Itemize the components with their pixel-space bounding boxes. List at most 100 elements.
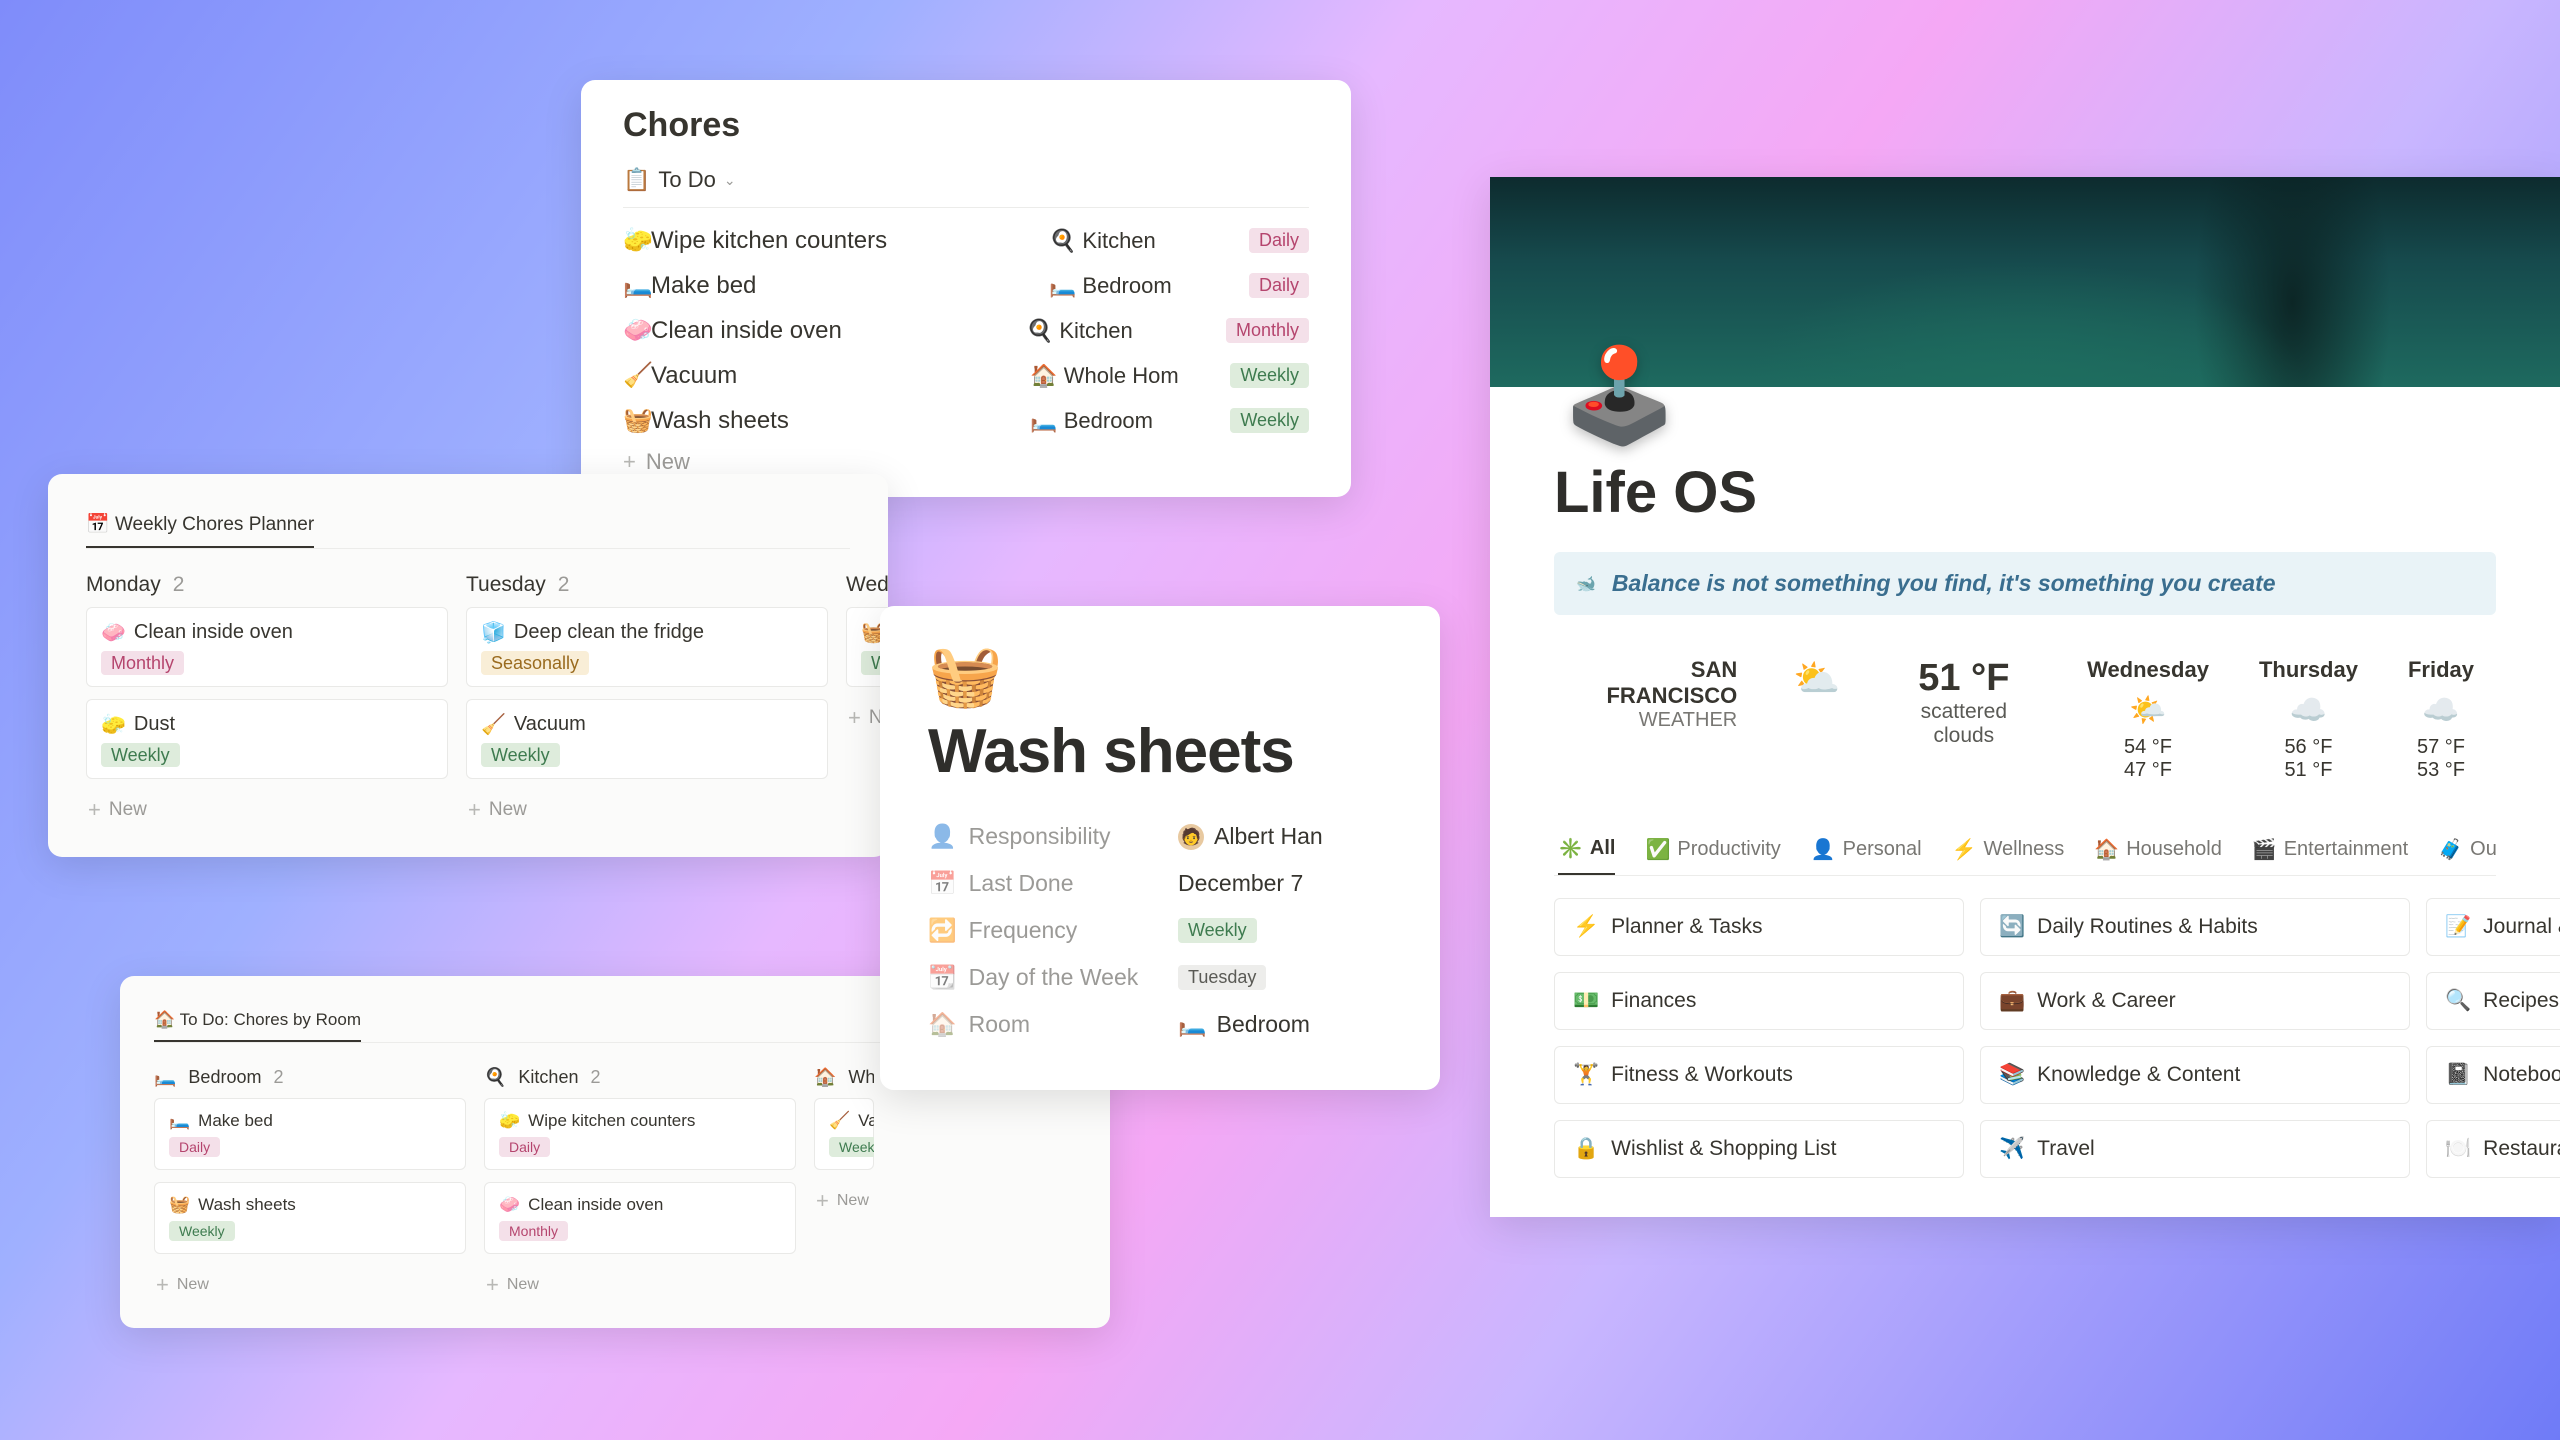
category-tab[interactable]: ✳️All xyxy=(1558,828,1615,875)
category-tab[interactable]: 🎬 Entertainment xyxy=(2252,828,2408,875)
new-chore-button[interactable]: + New xyxy=(623,443,1309,475)
chore-room: 🍳Kitchen xyxy=(1026,318,1226,344)
property-icon: 🔁 xyxy=(928,917,957,944)
planner-column: Monday 2 🧼Clean inside oven Monthly 🧽Dus… xyxy=(86,565,448,829)
column-count: 2 xyxy=(173,573,185,597)
column-count: 2 xyxy=(558,573,570,597)
weather-city: SAN FRANCISCO WEATHER xyxy=(1576,657,1737,732)
task-icon: 🧹 xyxy=(481,712,506,737)
property-label: Responsibility xyxy=(969,823,1111,850)
dashboard-link[interactable]: 🔄 Daily Routines & Habits xyxy=(1980,898,2410,956)
link-label: Work & Career xyxy=(2037,989,2175,1013)
chore-row[interactable]: 🧼 Clean inside oven 🍳Kitchen Monthly xyxy=(623,308,1309,353)
property-row[interactable]: 👤Responsibility 🧑Albert Han xyxy=(928,813,1392,860)
task-title: Clean inside oven xyxy=(528,1195,663,1215)
dashboard-link[interactable]: 💼 Work & Career xyxy=(1980,972,2410,1030)
property-label: Frequency xyxy=(969,917,1078,944)
forecast-high: 57 °F xyxy=(2408,736,2474,759)
link-icon: 📚 xyxy=(1999,1063,2025,1087)
property-row[interactable]: 🔁 Frequency Weekly xyxy=(928,907,1392,954)
property-label: Day of the Week xyxy=(969,964,1139,991)
property-row[interactable]: 📆Day of the Week Tuesday xyxy=(928,954,1392,1001)
category-tab[interactable]: ✅Productivity xyxy=(1645,828,1780,875)
avatar: 🧑 xyxy=(1178,824,1204,850)
new-task-button[interactable]: + New xyxy=(814,1182,874,1220)
tab-chores-by-room[interactable]: 🏠 To Do: Chores by Room xyxy=(154,1004,361,1042)
dashboard-link[interactable]: 🏋️ Fitness & Workouts xyxy=(1554,1046,1964,1104)
dashboard-link[interactable]: 📚 Knowledge & Content xyxy=(1980,1046,2410,1104)
tab-label: Productivity xyxy=(1677,838,1780,861)
task-card[interactable]: 🧹Vacuum Weekly xyxy=(466,699,828,779)
property-row[interactable]: 📅Last Done December 7 xyxy=(928,860,1392,907)
column-header[interactable]: 🍳Kitchen 2 xyxy=(484,1067,796,1088)
tab-weekly-planner[interactable]: 📅 Weekly Chores Planner xyxy=(86,506,314,548)
dashboard-link[interactable]: 🔒 Wishlist & Shopping List xyxy=(1554,1120,1964,1178)
column-count: 2 xyxy=(273,1067,283,1088)
column-header[interactable]: Tuesday 2 xyxy=(466,573,828,597)
column-header[interactable]: Monday 2 xyxy=(86,573,448,597)
chevron-down-icon: ⌄ xyxy=(724,172,736,189)
task-icon: 🧼 xyxy=(499,1195,520,1215)
category-tab[interactable]: ⚡Wellness xyxy=(1952,828,2065,875)
weekly-planner-card: 📅 Weekly Chores Planner Monday 2 🧼Clean … xyxy=(48,474,888,857)
tab-label: Entertainment xyxy=(2284,838,2409,861)
view-dropdown[interactable]: 📋 To Do ⌄ xyxy=(623,163,1309,208)
dashboard-link[interactable]: 📓 Notebook xyxy=(2426,1046,2560,1104)
new-task-button[interactable]: + New xyxy=(484,1266,796,1304)
property-pill: Weekly xyxy=(1178,918,1257,943)
weather-widget: SAN FRANCISCO WEATHER ⛅ 51 °F scattered … xyxy=(1554,657,2496,782)
task-card[interactable]: 🧽Dust Weekly xyxy=(86,699,448,779)
property-row[interactable]: 🏠Room 🛏️Bedroom xyxy=(928,1001,1392,1048)
task-card[interactable]: 🧺Wash sheets Weekly xyxy=(154,1182,466,1254)
room-icon: 🛏️ xyxy=(1049,273,1076,299)
new-task-button[interactable]: + New xyxy=(154,1266,466,1304)
tab-icon: 👤 xyxy=(1811,837,1836,862)
quote-callout: 🐋 Balance is not something you find, it'… xyxy=(1554,552,2496,615)
chore-row[interactable]: 🧺 Wash sheets 🛏️Bedroom Weekly xyxy=(623,398,1309,443)
property-label: Room xyxy=(969,1011,1030,1038)
plus-icon: + xyxy=(848,705,861,731)
link-label: Notebook xyxy=(2483,1063,2560,1087)
dashboard-link[interactable]: 📝 Journal & xyxy=(2426,898,2560,956)
forecast-high: 56 °F xyxy=(2259,736,2358,759)
task-card[interactable]: 🧼Clean inside oven Monthly xyxy=(484,1182,796,1254)
link-label: Restauran xyxy=(2483,1137,2560,1161)
frequency-pill: Weekly xyxy=(1230,408,1309,433)
task-card[interactable]: 🛏️Make bed Daily xyxy=(154,1098,466,1170)
room-icon: 🛏️ xyxy=(1030,408,1057,434)
column-header[interactable]: 🛏️Bedroom 2 xyxy=(154,1067,466,1088)
joystick-icon: 🕹️ xyxy=(1562,343,1677,450)
new-task-button[interactable]: + New xyxy=(466,791,828,829)
task-card[interactable]: 🧊Deep clean the fridge Seasonally xyxy=(466,607,828,687)
dashboard-link[interactable]: 💵 Finances xyxy=(1554,972,1964,1030)
new-task-button[interactable]: + New xyxy=(86,791,448,829)
category-tab[interactable]: 👤Personal xyxy=(1811,828,1922,875)
dashboard-link[interactable]: 🍽️ Restauran xyxy=(2426,1120,2560,1178)
frequency-pill: Seasonally xyxy=(481,651,589,675)
column-header[interactable]: 🏠Who xyxy=(814,1067,874,1088)
task-card[interactable]: 🧼Clean inside oven Monthly xyxy=(86,607,448,687)
planner-column: Tuesday 2 🧊Deep clean the fridge Seasona… xyxy=(466,565,828,829)
room-icon: 🍳 xyxy=(1026,318,1053,344)
chore-row[interactable]: 🛏️ Make bed 🛏️Bedroom Daily xyxy=(623,263,1309,308)
forecast-high: 54 °F xyxy=(2087,736,2209,759)
dashboard-link[interactable]: 🔍 Recipes & xyxy=(2426,972,2560,1030)
task-title: Wash sheets xyxy=(198,1195,296,1215)
column-header[interactable]: Wed xyxy=(846,573,906,597)
category-tab[interactable]: 🏠Household xyxy=(2094,828,2222,875)
category-tab[interactable]: 🧳Out & About xyxy=(2438,828,2496,875)
room-icon: 🛏️ xyxy=(1178,1011,1207,1038)
chore-row[interactable]: 🧹 Vacuum 🏠Whole Hom Weekly xyxy=(623,353,1309,398)
chore-row[interactable]: 🧽 Wipe kitchen counters 🍳Kitchen Daily xyxy=(623,218,1309,263)
task-icon: 🧽 xyxy=(499,1111,520,1131)
task-title: Wipe kitchen counters xyxy=(528,1111,695,1131)
chore-detail-icon: 🧺 xyxy=(928,646,1392,706)
tab-icon: 🎬 xyxy=(2252,837,2277,862)
chore-icon: 🧽 xyxy=(623,226,651,255)
task-card[interactable]: 🧽Wipe kitchen counters Daily xyxy=(484,1098,796,1170)
task-title: Make bed xyxy=(198,1111,273,1131)
dashboard-link[interactable]: ⚡ Planner & Tasks xyxy=(1554,898,1964,956)
task-card[interactable]: 🧹Vac Weekly xyxy=(814,1098,874,1170)
task-title: Dust xyxy=(134,713,175,736)
dashboard-link[interactable]: ✈️ Travel xyxy=(1980,1120,2410,1178)
